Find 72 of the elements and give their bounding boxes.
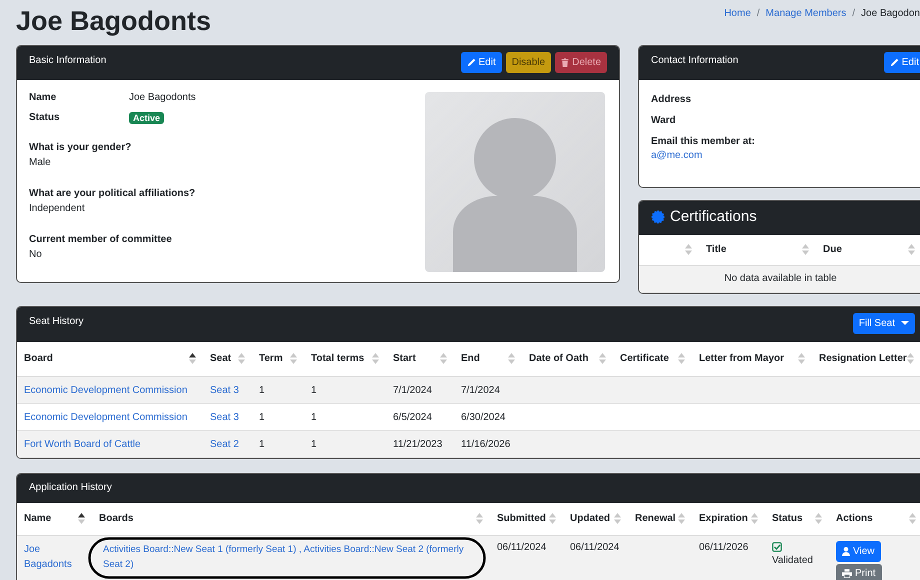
question-label: Current member of committee bbox=[29, 234, 173, 245]
fill-seat-dropdown[interactable]: Fill Seat bbox=[852, 312, 915, 334]
column-header[interactable]: Total terms bbox=[311, 353, 364, 364]
answer-text: Independent bbox=[29, 203, 86, 214]
table-cell: 06/11/2024 bbox=[563, 535, 628, 580]
card-title: Basic Information bbox=[29, 55, 106, 66]
breadcrumb-current: Joe Bagodon bbox=[861, 8, 920, 19]
question-label: What is your gender? bbox=[29, 142, 132, 153]
edit-button[interactable]: Edit bbox=[460, 52, 502, 73]
table-cell: 1 bbox=[304, 430, 386, 458]
question-label: What are your political affiliations? bbox=[29, 188, 196, 199]
card-title: Contact Information bbox=[651, 55, 738, 66]
answer-text: No bbox=[29, 249, 43, 260]
column-header[interactable]: Seat bbox=[210, 353, 232, 364]
disable-button[interactable]: Disable bbox=[506, 52, 552, 73]
email-link[interactable]: a@me.com bbox=[651, 150, 920, 161]
table-cell: 1 bbox=[252, 430, 304, 458]
table-cell: 1 bbox=[252, 376, 304, 404]
column-header[interactable]: Board bbox=[24, 353, 53, 364]
breadcrumb-separator: / bbox=[852, 8, 856, 19]
status-text: Validated bbox=[772, 554, 814, 566]
pencil-icon bbox=[466, 58, 476, 67]
table-cell: 1 bbox=[304, 376, 386, 404]
column-header[interactable]: Certificate bbox=[620, 353, 669, 364]
column-header[interactable]: Due bbox=[823, 244, 842, 256]
column-header[interactable]: Letter from Mayor bbox=[699, 353, 784, 364]
empty-table-message: No data available in table bbox=[639, 265, 920, 292]
column-header[interactable]: Resignation Letter bbox=[819, 353, 907, 364]
column-header[interactable]: Boards bbox=[99, 513, 134, 524]
column-header[interactable]: Status bbox=[772, 513, 803, 524]
field-label: Email this member at: bbox=[651, 136, 756, 147]
field-value: Joe Bagodonts bbox=[129, 92, 196, 103]
column-header[interactable]: Expiration bbox=[699, 513, 748, 524]
edit-button[interactable]: Edit bbox=[884, 52, 920, 73]
column-header[interactable]: Date of Oath bbox=[529, 353, 588, 364]
column-header[interactable]: Term bbox=[259, 353, 283, 364]
breadcrumb-link[interactable]: Home bbox=[724, 8, 751, 19]
card-title: Certifications bbox=[670, 208, 757, 225]
column-header[interactable]: End bbox=[461, 353, 480, 364]
card-title: Seat History bbox=[29, 316, 84, 326]
field-label: Ward bbox=[651, 115, 677, 126]
printer-icon bbox=[842, 569, 852, 578]
table-cell: 06/11/2026 bbox=[692, 535, 765, 580]
pencil-icon bbox=[890, 58, 899, 67]
print-button[interactable]: Print bbox=[836, 564, 882, 580]
user-icon bbox=[842, 546, 850, 556]
field-label: Name bbox=[29, 92, 58, 103]
column-header[interactable]: Updated bbox=[570, 513, 610, 524]
column-header[interactable]: Name bbox=[24, 513, 52, 524]
table-cell: 11/16/2026 bbox=[454, 430, 522, 458]
trash-icon bbox=[561, 58, 570, 67]
breadcrumb-link[interactable]: Manage Members bbox=[766, 8, 846, 19]
card-title: Application History bbox=[29, 482, 112, 493]
badge-icon bbox=[651, 210, 665, 224]
table-cell: 11/21/2023 bbox=[386, 430, 454, 458]
field-label: Status bbox=[29, 112, 61, 124]
column-header[interactable]: Submitted bbox=[497, 513, 546, 524]
field-label: Address bbox=[651, 94, 692, 105]
status-badge: Active bbox=[129, 112, 164, 124]
board-link[interactable]: Economic Development Commission bbox=[24, 412, 188, 422]
page-title: Joe Bagodonts bbox=[16, 5, 212, 38]
table-cell: 7/1/2024 bbox=[454, 376, 522, 404]
table-cell: 06/11/2024 bbox=[490, 535, 563, 580]
seat-link[interactable]: Seat 3 bbox=[210, 412, 239, 422]
view-button[interactable]: View bbox=[836, 540, 880, 562]
table-cell: 7/1/2024 bbox=[386, 376, 454, 404]
breadcrumb-separator: / bbox=[756, 8, 760, 19]
column-header[interactable]: Actions bbox=[836, 513, 873, 524]
answer-text: Male bbox=[29, 157, 52, 168]
column-header[interactable]: Start bbox=[393, 353, 416, 364]
column-header[interactable]: Title bbox=[706, 244, 726, 256]
column-header[interactable]: Renewal bbox=[635, 513, 676, 524]
